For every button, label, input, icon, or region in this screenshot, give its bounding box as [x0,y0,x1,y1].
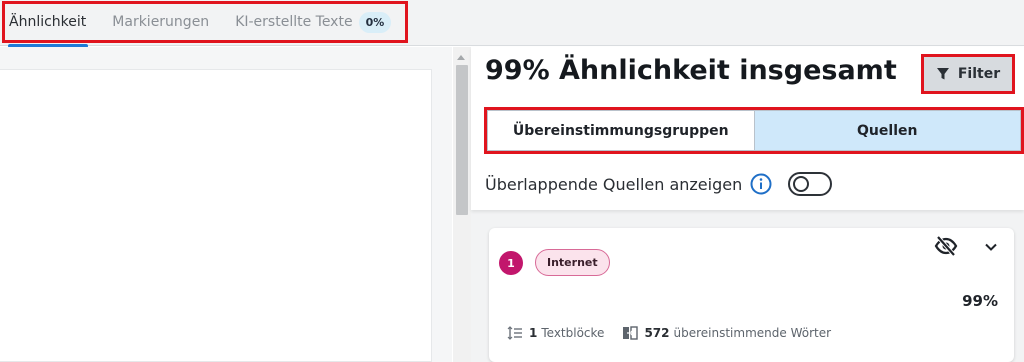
ai-percent-badge: 0% [358,11,392,33]
filter-icon [936,68,949,80]
overlap-toggle[interactable] [788,172,833,196]
document-page [0,69,432,362]
segment-match-groups[interactable]: Übereinstimmungsgruppen [487,110,755,151]
segment-sources[interactable]: Quellen [754,110,1021,151]
view-tabs: Ähnlichkeit Markierungen KI-erstellte Te… [2,1,408,43]
matching-words-icon [623,326,639,340]
toggle-knob [793,176,810,192]
source-percent: 99% [962,292,998,310]
text-blocks-icon [507,326,522,340]
scroll-thumb[interactable] [456,65,468,215]
page-title: 99% Ähnlichkeit insgesamt [485,55,897,86]
tab-markings[interactable]: Markierungen [112,14,209,30]
filter-button[interactable]: Filter [921,54,1015,94]
tab-ai-texts-label: KI-erstellte Texte [235,14,353,30]
panel-header: 99% Ähnlichkeit insgesamt Filter Überein… [471,47,1024,210]
segment-control: Übereinstimmungsgruppen Quellen [484,107,1024,154]
scroll-up-arrow-icon[interactable] [457,55,465,60]
source-meta: 1 Textblöcke 572 übereinstimmende Wörter [507,325,849,341]
source-type-badge: Internet [535,249,610,276]
document-scrollbar[interactable] [453,47,471,362]
text-blocks-info: 1 Textblöcke [507,326,604,340]
overlap-label: Überlappende Quellen anzeigen [485,174,743,194]
tab-ai-texts[interactable]: KI-erstellte Texte 0% [235,11,392,33]
matching-words-count: 572 [644,326,670,340]
chevron-down-icon[interactable] [984,240,998,254]
source-rank-badge: 1 [499,251,523,275]
matching-words-info: 572 übereinstimmende Wörter [622,325,831,341]
text-blocks-label: Textblöcke [541,326,605,340]
filter-label: Filter [957,66,1001,82]
overlap-row: Überlappende Quellen anzeigen [485,172,833,196]
tab-similarity[interactable]: Ähnlichkeit [9,14,86,30]
top-tab-bar: Ähnlichkeit Markierungen KI-erstellte Te… [0,0,1024,48]
document-viewer [0,47,452,362]
eye-off-icon[interactable] [934,234,958,258]
source-card[interactable]: 1 Internet 99% 1 Textblöcke 572 übereins… [489,228,1014,362]
similarity-panel: 99% Ähnlichkeit insgesamt Filter Überein… [471,47,1024,362]
matching-words-label: übereinstimmende Wörter [673,326,832,340]
info-icon[interactable] [750,173,772,195]
text-blocks-count: 1 [529,326,538,340]
